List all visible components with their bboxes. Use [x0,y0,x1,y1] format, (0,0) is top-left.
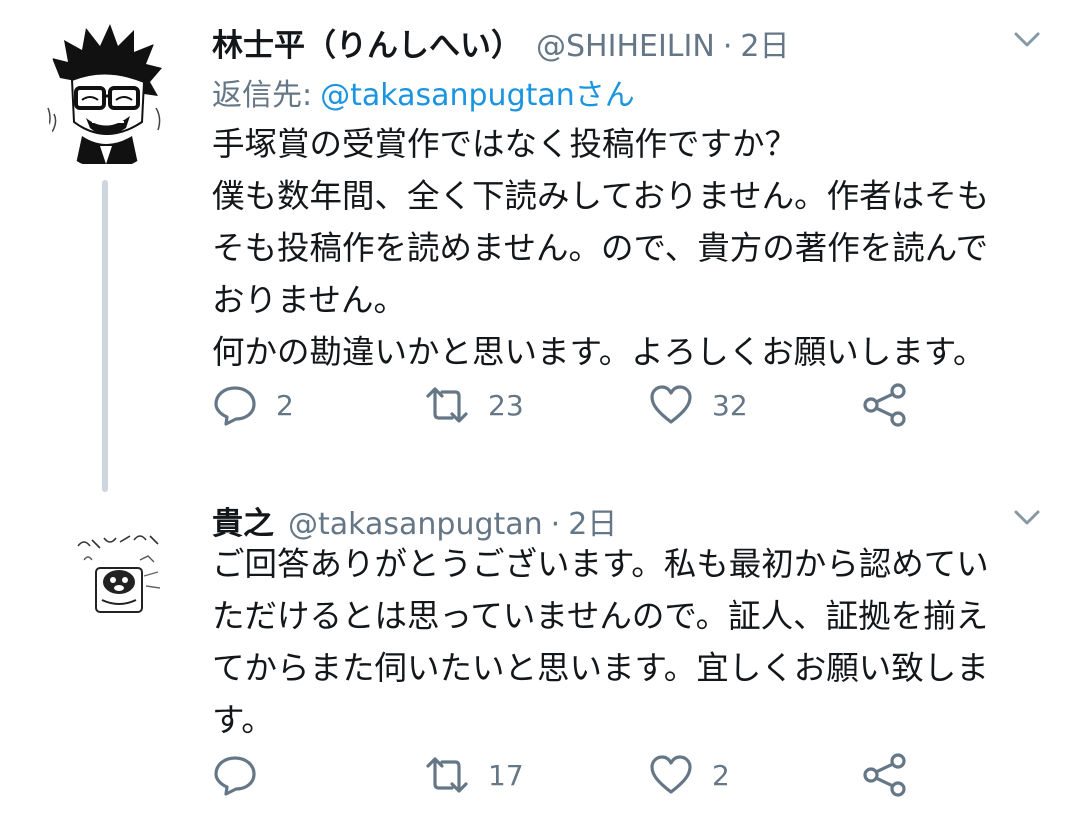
text-line: てからまた伺いたいと思います。宜しくお願い致しま [212,649,989,687]
text-line: 手塚賞の受賞作ではなく投稿作ですか？ [212,125,798,163]
tweet-text: ご回答ありがとうございます。私も最初から認めてい ただけるとは思っていませんので… [212,538,1058,746]
reply-icon [214,756,256,796]
share-button[interactable] [862,752,908,798]
text-line: す。 [212,701,274,739]
chevron-down-icon[interactable] [1010,22,1044,56]
text-line: 僕も数年間、全く下読みしておりません。作者はそも [212,177,990,215]
like-icon [650,755,692,794]
thread-line [102,180,108,492]
display-name[interactable]: 林士平（りんしへい） [212,20,522,65]
avatar[interactable] [74,516,166,620]
share-icon [863,753,906,797]
like-button[interactable]: 32 [648,382,748,428]
like-icon [650,385,692,424]
separator-dot: · [722,29,733,64]
retweet-icon [426,757,468,793]
reply-prefix: 返信先: [212,78,313,113]
tweet-1[interactable]: 林士平（りんしへい） @SHIHEILIN · 2日 返信先: @takasanp… [0,0,1080,492]
timestamp[interactable]: 2日 [568,499,617,543]
like-count: 32 [712,388,748,422]
reply-count: 2 [276,388,294,422]
retweet-button[interactable]: 17 [424,752,524,798]
retweet-count: 23 [488,388,524,422]
username[interactable]: @SHIHEILIN [536,29,715,64]
retweet-count: 17 [488,758,524,792]
action-bar: 17 2 [212,752,912,808]
separator-dot: · [550,507,561,542]
tweet-2[interactable]: 貴之 @takasanpugtan · 2日 ご回答ありがとうございます。私も最… [0,480,1080,832]
tweet-header: 林士平（りんしへい） @SHIHEILIN · 2日 [212,20,789,65]
reply-to-link[interactable]: @takasanpugtanさん [320,78,635,113]
chevron-down-icon[interactable] [1010,500,1044,534]
text-line: 何かの勘違いかと思います。よろしくお願いします。 [212,333,986,371]
tweet-header: 貴之 @takasanpugtan · 2日 [212,498,617,543]
like-button[interactable]: 2 [648,752,730,798]
reply-context: 返信先: @takasanpugtanさん [212,70,635,114]
text-line: そも投稿作を読めません。ので、貴方の著作を読んで [212,229,989,267]
retweet-icon [426,387,468,423]
text-line: ご回答ありがとうございます。私も最初から認めてい [212,545,989,583]
retweet-button[interactable]: 23 [424,382,524,428]
text-line: おりません。 [212,281,407,319]
timestamp[interactable]: 2日 [740,21,789,65]
username[interactable]: @takasanpugtan [288,507,543,542]
share-button[interactable] [862,382,908,428]
reply-button[interactable]: 2 [212,382,294,428]
display-name[interactable]: 貴之 [212,498,274,543]
tweet-text: 手塚賞の受賞作ではなく投稿作ですか？ 僕も数年間、全く下読みしておりません。作者… [212,118,1058,378]
reply-icon [214,386,256,426]
avatar[interactable] [46,18,168,168]
reply-button[interactable] [212,752,276,798]
like-count: 2 [712,758,730,792]
action-bar: 2 23 32 [212,382,912,438]
text-line: ただけるとは思っていませんので。証人、証拠を揃え [212,597,989,635]
share-icon [863,383,906,427]
